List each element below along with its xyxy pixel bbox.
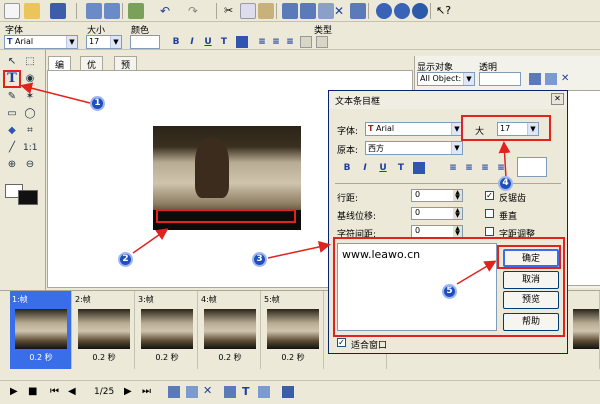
callout-3: 3 — [252, 252, 267, 267]
annotation-arrows — [20, 82, 511, 285]
arrow-4 — [498, 141, 511, 179]
callout-1: 1 — [90, 96, 105, 111]
callout-4: 4 — [498, 176, 513, 191]
arrow-3 — [267, 241, 331, 259]
callout-5: 5 — [442, 284, 457, 299]
arrow-2 — [132, 228, 169, 254]
arrow-1 — [20, 82, 91, 104]
arrow-5 — [456, 260, 497, 285]
callout-2: 2 — [118, 252, 133, 267]
